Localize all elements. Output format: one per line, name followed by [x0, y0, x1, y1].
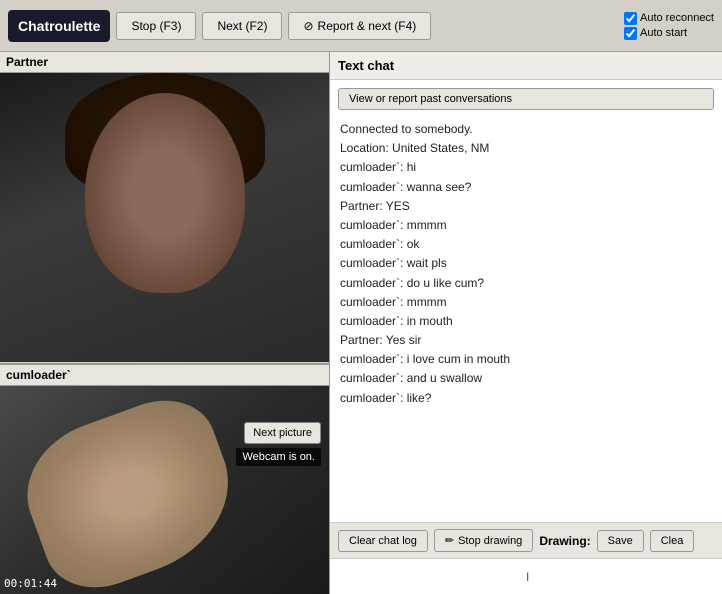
clear-chat-log-button[interactable]: Clear chat log: [338, 530, 428, 552]
report-label: Report & next (F4): [318, 19, 417, 33]
main-content: Partner cumloader` Next picture Webcam i…: [0, 52, 722, 594]
partner-video: [0, 73, 329, 362]
stop-drawing-label: Stop drawing: [458, 535, 522, 547]
checkboxes-panel: Auto reconnect Auto start: [624, 12, 714, 40]
bottom-bar: Clear chat log Stop drawing Drawing: Sav…: [330, 522, 722, 558]
right-panel: Text chat View or report past conversati…: [330, 52, 722, 594]
chat-line: cumloader`: mmmm: [340, 216, 712, 235]
chat-line: cumloader`: like?: [340, 389, 712, 408]
text-cursor: I: [526, 570, 529, 584]
report-next-button[interactable]: ⊘ Report & next (F4): [288, 12, 431, 40]
left-panel: Partner cumloader` Next picture Webcam i…: [0, 52, 330, 594]
timestamp: 00:01:44: [4, 577, 57, 590]
top-bar: Chatroulette Stop (F3) Next (F2) ⊘ Repor…: [0, 0, 722, 52]
chat-messages: Connected to somebody.Location: United S…: [330, 114, 722, 522]
auto-start-checkbox-label[interactable]: Auto start: [624, 27, 714, 40]
view-report-button[interactable]: View or report past conversations: [338, 88, 714, 110]
chat-line: cumloader`: hi: [340, 158, 712, 177]
save-button[interactable]: Save: [597, 530, 644, 552]
next-picture-button[interactable]: Next picture: [244, 422, 321, 444]
auto-start-checkbox[interactable]: [624, 27, 637, 40]
webcam-badge: Webcam is on.: [236, 448, 321, 466]
chat-line: cumloader`: and u swallow: [340, 369, 712, 388]
chat-line: Partner: Yes sir: [340, 331, 712, 350]
auto-reconnect-checkbox[interactable]: [624, 12, 637, 25]
next-button[interactable]: Next (F2): [202, 12, 282, 40]
chat-line: cumloader`: mmmm: [340, 293, 712, 312]
auto-start-label: Auto start: [640, 27, 687, 39]
chat-line: cumloader`: do u like cum?: [340, 274, 712, 293]
drawing-label: Drawing:: [539, 534, 590, 548]
app-logo: Chatroulette: [8, 10, 110, 42]
user-section: cumloader` Next picture Webcam is on. 00…: [0, 364, 329, 594]
chat-line: cumloader`: in mouth: [340, 312, 712, 331]
user-video-inner: [0, 386, 329, 594]
auto-reconnect-label: Auto reconnect: [640, 12, 714, 24]
chat-line: cumloader`: ok: [340, 235, 712, 254]
chat-line: Location: United States, NM: [340, 139, 712, 158]
text-input-area[interactable]: I: [330, 558, 722, 594]
user-hand-decoration: [9, 386, 252, 594]
clear-button[interactable]: Clea: [650, 530, 695, 552]
chat-line: Connected to somebody.: [340, 120, 712, 139]
chat-line: cumloader`: i love cum in mouth: [340, 350, 712, 369]
user-video: Next picture Webcam is on. 00:01:44: [0, 386, 329, 594]
stop-drawing-button[interactable]: Stop drawing: [434, 529, 533, 552]
partner-video-inner: [0, 73, 329, 362]
pencil-icon: [445, 534, 454, 547]
partner-section: Partner: [0, 52, 329, 364]
chat-line: Partner: YES: [340, 197, 712, 216]
partner-face-decoration: [85, 93, 245, 293]
partner-label: Partner: [0, 52, 329, 73]
chat-line: cumloader`: wait pls: [340, 254, 712, 273]
user-label: cumloader`: [0, 364, 329, 386]
chat-line: cumloader`: wanna see?: [340, 178, 712, 197]
stop-button[interactable]: Stop (F3): [116, 12, 196, 40]
auto-reconnect-checkbox-label[interactable]: Auto reconnect: [624, 12, 714, 25]
report-icon: ⊘: [303, 19, 313, 33]
text-chat-header: Text chat: [330, 52, 722, 80]
